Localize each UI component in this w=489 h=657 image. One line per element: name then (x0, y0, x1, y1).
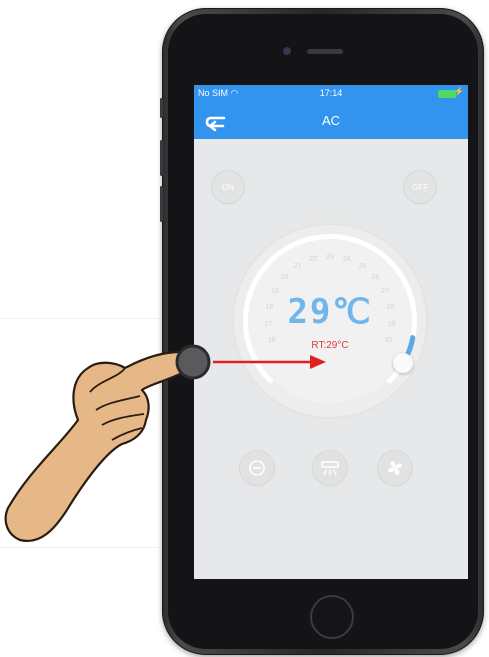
status-time: 17:14 (319, 88, 343, 98)
power-off-button[interactable]: OFF (404, 171, 436, 203)
home-button[interactable] (310, 595, 354, 639)
dial-tick-label: 25 (358, 263, 367, 271)
set-temperature: 29℃ (287, 292, 373, 332)
divider (0, 318, 160, 319)
minus-button[interactable] (240, 451, 274, 485)
dial-tick-label: 20 (280, 273, 289, 281)
dial-tick-label: 23 (326, 254, 334, 261)
power-on-button[interactable]: ON (212, 171, 244, 203)
dial-tick-label: 21 (293, 263, 302, 271)
app-screen: No SIM ◠ 17:14 ⚡ AC ON OFF 16 17 18 19 2… (194, 85, 468, 579)
volume-down-button (160, 186, 163, 222)
fan-icon (388, 461, 402, 475)
earpiece-speaker (307, 49, 343, 54)
page-title: AC (321, 113, 341, 128)
nav-bar: AC (194, 103, 468, 139)
dial-knob[interactable] (392, 352, 413, 373)
room-temperature: RT:29°C (311, 340, 349, 351)
power-off-label: OFF (412, 182, 428, 192)
status-bar: No SIM ◠ 17:14 ⚡ (194, 85, 468, 103)
mute-switch (160, 98, 163, 118)
dial-tick-label: 22 (309, 256, 318, 264)
power-on-label: ON (222, 182, 234, 192)
divider (0, 547, 160, 548)
volume-up-button (160, 140, 163, 176)
swing-button[interactable] (313, 451, 347, 485)
charging-icon: ⚡ (454, 87, 464, 96)
front-camera (283, 47, 291, 55)
tutorial-scene: No SIM ◠ 17:14 ⚡ AC ON OFF 16 17 18 19 2… (0, 0, 489, 657)
minus-icon (249, 460, 265, 476)
swing-icon (321, 461, 339, 476)
dial-tick-label: 26 (371, 273, 380, 281)
fan-button[interactable] (378, 451, 412, 485)
dial-tick-label: 24 (342, 256, 351, 264)
temperature-dial[interactable]: 16 17 18 19 20 21 22 23 24 25 26 27 28 29 30 29℃ RT:29… (234, 225, 426, 417)
